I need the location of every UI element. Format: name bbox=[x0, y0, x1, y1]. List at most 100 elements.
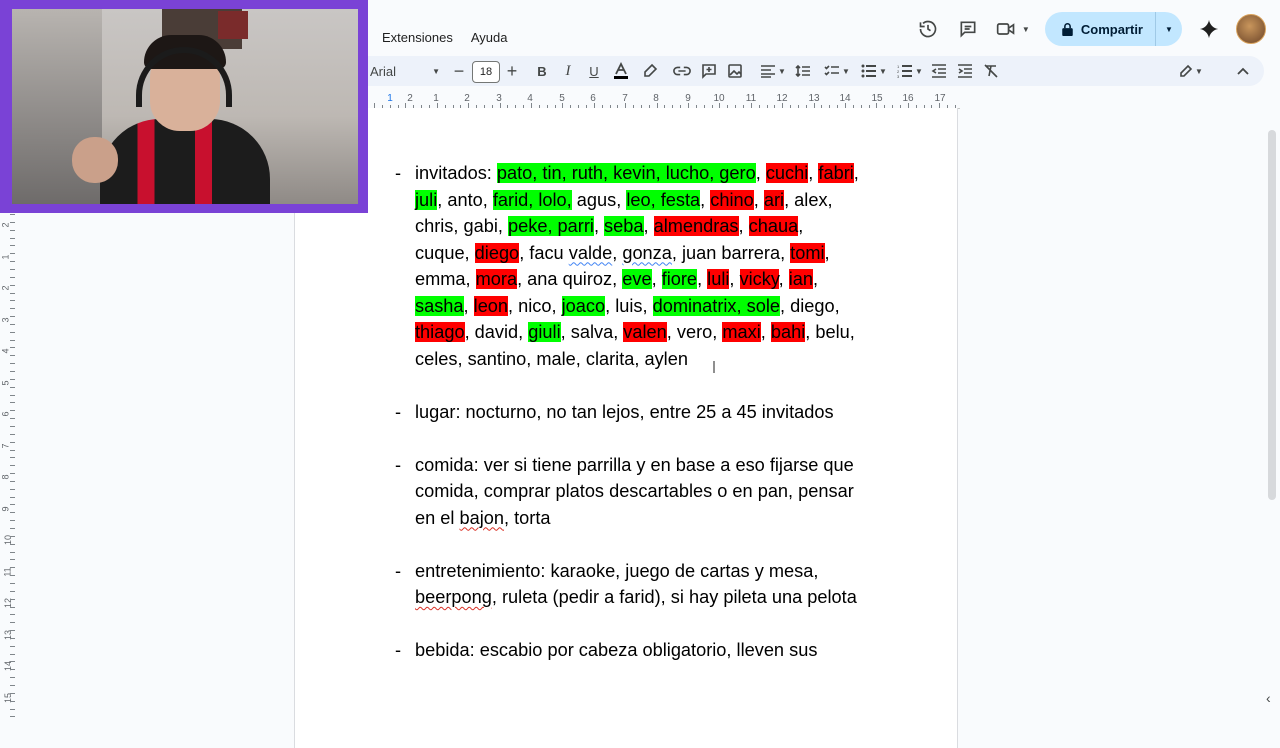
comments-icon[interactable] bbox=[955, 16, 981, 42]
meet-caret-icon[interactable]: ▼ bbox=[1022, 25, 1030, 34]
vruler-tick bbox=[10, 543, 15, 545]
document-page[interactable]: - invitados: pato, tin, ruth, kevin, luch… bbox=[294, 108, 958, 748]
list-bullet: - bbox=[395, 640, 402, 660]
vruler-tick bbox=[10, 504, 15, 506]
vruler-number: 1 bbox=[0, 254, 11, 260]
vruler-tick bbox=[10, 630, 15, 632]
highlight-red: maxi bbox=[722, 322, 761, 342]
vruler-tick bbox=[10, 433, 15, 435]
decrease-indent-icon[interactable] bbox=[930, 56, 948, 86]
list-bullet: - bbox=[395, 454, 402, 475]
account-avatar[interactable] bbox=[1236, 14, 1266, 44]
text-run: , bbox=[643, 216, 654, 236]
menu-extensiones[interactable]: Extensiones bbox=[382, 30, 453, 45]
insert-image-icon[interactable] bbox=[725, 56, 745, 86]
checklist-icon[interactable]: ▼ bbox=[821, 56, 853, 86]
numbered-list-icon[interactable]: 1 2 3 ▼ bbox=[894, 56, 926, 86]
vruler-tick bbox=[10, 512, 15, 514]
menu-bar: Extensiones Ayuda bbox=[382, 30, 507, 45]
line-spacing-icon[interactable] bbox=[794, 56, 812, 86]
vruler-tick bbox=[10, 496, 15, 498]
vruler-tick bbox=[10, 331, 15, 333]
highlight-red: ari bbox=[763, 189, 785, 210]
vruler-tick bbox=[10, 284, 15, 286]
list-item[interactable]: - invitados: pato, tin, ruth, kevin, luch… bbox=[395, 160, 861, 372]
increase-indent-icon[interactable] bbox=[956, 56, 974, 86]
vruler-tick bbox=[10, 371, 15, 372]
menu-ayuda[interactable]: Ayuda bbox=[471, 30, 508, 45]
history-icon[interactable] bbox=[915, 16, 941, 42]
highlight-red: chaua bbox=[748, 216, 799, 236]
side-panel-expand-icon[interactable]: ‹ bbox=[1266, 690, 1271, 706]
bulleted-list-icon[interactable]: ▼ bbox=[858, 56, 890, 86]
list-item[interactable]: - bebida: escabio por cabeza obligatorio,… bbox=[395, 637, 861, 664]
list-item[interactable]: - entretenimiento: karaoke, juego de cart… bbox=[395, 558, 861, 611]
highlight-color-icon[interactable] bbox=[640, 56, 660, 86]
vruler-tick bbox=[10, 692, 15, 694]
share-menu-caret-icon[interactable]: ▼ bbox=[1156, 12, 1182, 46]
align-select-icon[interactable]: ▼ bbox=[758, 56, 788, 86]
increase-font-size-icon[interactable]: + bbox=[503, 56, 521, 86]
list-item[interactable]: - comida: ver si tiene parrilla y en base… bbox=[395, 452, 861, 532]
add-comment-icon[interactable] bbox=[699, 56, 719, 86]
text-color-icon[interactable] bbox=[611, 56, 631, 86]
spelling-underline: bajon bbox=[459, 507, 505, 528]
decrease-font-size-icon[interactable]: − bbox=[450, 56, 468, 86]
clear-formatting-icon[interactable] bbox=[982, 56, 1000, 86]
highlight-red: almendras bbox=[653, 216, 739, 236]
list-item[interactable]: - lugar: nocturno, no tan lejos, entre 25… bbox=[395, 399, 861, 426]
highlight-red: leon bbox=[473, 295, 509, 316]
highlight-red: luli bbox=[707, 269, 730, 289]
vruler-tick bbox=[10, 229, 15, 231]
collapse-toolbar-icon[interactable] bbox=[1234, 56, 1252, 86]
list-bullet: - bbox=[395, 560, 402, 581]
svg-text:3: 3 bbox=[897, 74, 900, 78]
vruler-tick bbox=[10, 418, 15, 420]
bold-icon[interactable]: B bbox=[533, 56, 551, 86]
text-run: , bbox=[808, 163, 819, 183]
highlight-red: tomi bbox=[790, 242, 825, 263]
italic-icon[interactable]: I bbox=[559, 56, 577, 86]
meet-video-icon[interactable]: ▼ bbox=[995, 16, 1031, 42]
highlight-green: pato, tin, ruth, kevin, lucho, gero bbox=[496, 163, 756, 183]
vruler-tick bbox=[10, 323, 15, 325]
underline-icon[interactable]: U bbox=[585, 56, 603, 86]
vruler-number: 6 bbox=[0, 411, 11, 417]
webcam-overlay bbox=[0, 0, 368, 213]
text-run: , bbox=[738, 216, 749, 236]
text-run: , bbox=[760, 322, 771, 342]
vruler-number: 9 bbox=[0, 506, 11, 512]
text-run: bebida: escabio por cabeza obligatorio, … bbox=[415, 640, 818, 660]
vruler-tick bbox=[10, 402, 15, 404]
editing-mode-icon[interactable]: ▼ bbox=[1174, 56, 1208, 86]
insert-link-icon[interactable] bbox=[672, 56, 692, 86]
vertical-ruler[interactable]: 2 1 2 3 4 5 6 7 8 9 10 11 12 13 14 15 bbox=[0, 214, 16, 720]
vruler-tick bbox=[10, 292, 15, 294]
vruler-tick bbox=[10, 308, 15, 310]
highlight-red: fabri bbox=[818, 163, 854, 183]
vruler-tick bbox=[10, 669, 15, 671]
text-run: , bbox=[651, 269, 662, 289]
vruler-tick bbox=[10, 622, 15, 624]
share-button[interactable]: Compartir bbox=[1045, 12, 1155, 46]
vertical-scrollbar[interactable] bbox=[1268, 130, 1276, 500]
highlight-green: farid, lolo, bbox=[492, 189, 572, 210]
vruler-tick bbox=[10, 214, 15, 215]
vruler-tick bbox=[10, 637, 15, 639]
text-run: , torta bbox=[504, 507, 551, 528]
font-family-select[interactable]: Arial ▼ bbox=[370, 56, 440, 86]
highlight-green: seba bbox=[604, 216, 644, 236]
header-actions: ▼ Compartir ▼ bbox=[915, 12, 1266, 46]
vruler-tick bbox=[10, 700, 15, 702]
document-body[interactable]: - invitados: pato, tin, ruth, kevin, luch… bbox=[395, 160, 861, 690]
gemini-spark-icon[interactable] bbox=[1196, 16, 1222, 42]
vruler-tick bbox=[10, 363, 15, 365]
highlight-green: peke, parri bbox=[508, 216, 594, 236]
vruler-tick bbox=[10, 355, 15, 357]
text-run: , bbox=[853, 163, 859, 183]
vruler-tick bbox=[10, 378, 15, 380]
text-run: , anto, bbox=[437, 189, 493, 210]
text-run: , bbox=[612, 242, 623, 263]
vruler-tick bbox=[10, 268, 15, 270]
font-size-input[interactable]: 18 bbox=[472, 61, 500, 83]
